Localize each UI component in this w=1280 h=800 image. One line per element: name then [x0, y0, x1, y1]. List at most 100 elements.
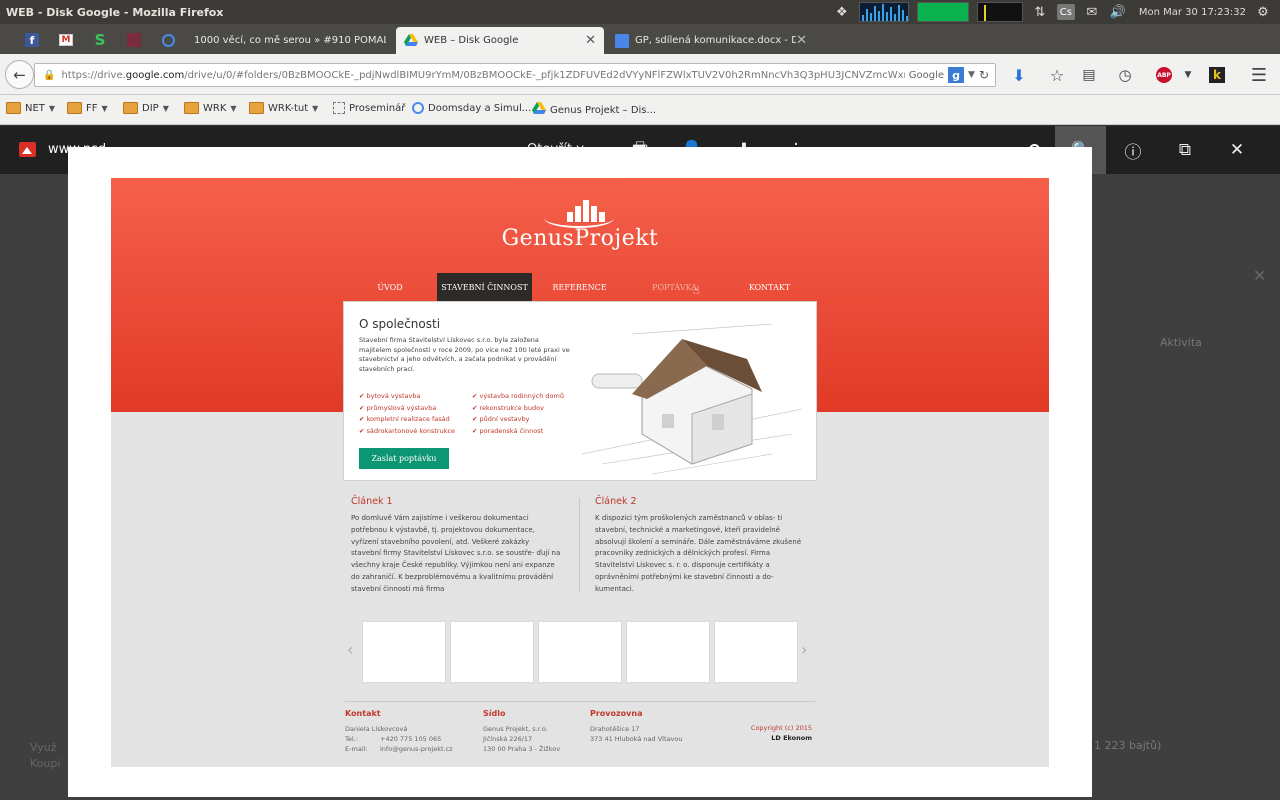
- copyright-text: Copyright (c) 2015: [750, 724, 812, 732]
- close-tab-icon[interactable]: ✕: [585, 33, 596, 48]
- footer-email-label: E-mail:: [345, 745, 368, 753]
- footer-seat-line: 130 00 Praha 3 - Žižkov: [483, 745, 561, 753]
- volume-icon[interactable]: 🔊: [1109, 4, 1127, 20]
- send-inquiry-button[interactable]: Zaslat poptávku: [359, 448, 449, 469]
- menu-hamburger-icon[interactable]: ☰: [1248, 64, 1270, 86]
- page-icon: [333, 102, 345, 114]
- tab-gp-docx[interactable]: GP, sdílená komunikace.docx - Do... ✕: [607, 27, 815, 54]
- history-icon[interactable]: ◷: [1114, 64, 1136, 86]
- bookmark-proseminar[interactable]: Proseminář: [333, 102, 405, 114]
- list-item: poradenská činnost: [472, 426, 564, 438]
- bookmark-doomsday[interactable]: Doomsday a Simul...: [412, 102, 531, 114]
- carousel-thumbnail[interactable]: [626, 621, 710, 683]
- mockup-nav-reference[interactable]: REFERENCE: [532, 273, 627, 301]
- pinned-tab-gmail[interactable]: M: [51, 28, 81, 52]
- bookmark-folder-net[interactable]: NET ▼: [6, 102, 55, 114]
- carousel-next-icon[interactable]: ›: [801, 640, 807, 659]
- reload-icon[interactable]: ↻: [979, 68, 989, 82]
- buy-storage-link[interactable]: Koupi: [30, 757, 60, 770]
- tab-web-disk-google[interactable]: WEB – Disk Google ✕: [396, 27, 604, 54]
- pinned-tab-circle[interactable]: [153, 28, 183, 52]
- memory-monitor-graph[interactable]: [916, 2, 969, 22]
- google-drive-icon: [404, 33, 418, 48]
- window-title: WEB - Disk Google - Mozilla Firefox: [6, 5, 224, 19]
- services-list-left: bytová výstavba průmyslová výstavba komp…: [359, 391, 456, 438]
- activity-tab[interactable]: Aktivita: [1160, 336, 1202, 349]
- pinned-tab-s[interactable]: S: [85, 28, 115, 52]
- download-icon[interactable]: ⬇: [1008, 64, 1030, 86]
- footer-seat: Sídlo Genus Projekt, s.r.o. Jičínská 226…: [483, 709, 560, 754]
- footer-seat-line: Genus Projekt, s.r.o.: [483, 725, 548, 733]
- browser-tab-bar: f M S 1000 věcí, co mě serou » #910 POMA…: [0, 24, 1280, 54]
- article-divider: [579, 498, 580, 593]
- carousel-thumbnail[interactable]: [538, 621, 622, 683]
- close-tab-icon[interactable]: ✕: [796, 33, 807, 48]
- cpu-monitor-graph[interactable]: [858, 2, 909, 22]
- bookmark-folder-wrk[interactable]: WRK ▼: [184, 102, 237, 114]
- copyright-author: LD Ekonom: [771, 734, 812, 742]
- network-monitor-graph[interactable]: [976, 2, 1023, 22]
- mouse-cursor-hand-icon: ☝: [693, 284, 700, 297]
- reading-list-icon[interactable]: ▤: [1078, 64, 1100, 86]
- carousel-prev-icon[interactable]: ‹: [347, 640, 353, 659]
- chevron-down-icon[interactable]: ▼: [968, 70, 975, 80]
- about-card-title: O společnosti: [359, 317, 441, 331]
- tab-label: WEB – Disk Google: [424, 35, 519, 46]
- url-bar[interactable]: 🔒 https://drive.google.com/drive/u/0/#fo…: [34, 63, 996, 87]
- back-arrow-icon: ←: [13, 65, 26, 84]
- list-item: průmyslová výstavba: [359, 403, 455, 415]
- back-button[interactable]: ←: [5, 60, 34, 89]
- close-panel-icon[interactable]: ✕: [1253, 266, 1266, 285]
- list-item: půdní vestavby: [472, 414, 564, 426]
- bookmark-folder-dip[interactable]: DIP ▼: [123, 102, 169, 114]
- power-gear-icon[interactable]: ⚙: [1254, 4, 1272, 20]
- bookmark-genus-projekt[interactable]: Genus Projekt – Dis...: [532, 102, 656, 118]
- folder-icon: [184, 102, 199, 114]
- list-item: výstavba rodinných domů: [472, 391, 564, 403]
- chevron-down-icon[interactable]: ▼: [1177, 64, 1199, 86]
- carousel-thumbnail[interactable]: [362, 621, 446, 683]
- mockup-nav-poptavka[interactable]: POPTÁVKA: [627, 273, 722, 301]
- folder-icon: [6, 102, 21, 114]
- close-viewer-icon[interactable]: ✕: [1225, 138, 1249, 162]
- footer-operation-line: 373 41 Hluboká nad Vltavou: [590, 735, 683, 743]
- list-item: sádrokartonové konstrukce: [359, 426, 456, 438]
- footer-tel: +420 775 105 065: [380, 735, 442, 743]
- footer-email[interactable]: info@genus-projekt.cz: [380, 745, 453, 753]
- bookmark-folder-ff[interactable]: FF ▼: [67, 102, 108, 114]
- pinned-tab-facebook[interactable]: f: [17, 28, 47, 52]
- mockup-nav: ÚVOD STAVEBNÍ ČINNOST REFERENCE POPTÁVKA…: [343, 273, 817, 301]
- footer-contact: Kontakt Daniela Lískovcová Tel.: +420 775…: [345, 709, 453, 754]
- open-in-new-window-icon[interactable]: ⧉: [1173, 138, 1197, 162]
- footer-contact-title: Kontakt: [345, 709, 381, 718]
- system-tray: ❖ ⇅ Cs ✉ 🔊 Mon Mar 30 17:23:32 ⚙: [833, 0, 1280, 24]
- mockup-nav-kontakt[interactable]: KONTAKT: [722, 273, 817, 301]
- article-1: Článek 1 Po domluvě Vám zajistíme i vešk…: [351, 496, 561, 596]
- clock[interactable]: Mon Mar 30 17:23:32: [1139, 7, 1246, 18]
- info-icon[interactable]: ⓘ: [1121, 138, 1145, 163]
- file-size-note: 1 223 bajtů): [1094, 739, 1162, 752]
- website-mockup: GenusProjekt ÚVOD STAVEBNÍ ČINNOST REFER…: [111, 178, 1049, 767]
- about-card: O společnosti Stavební firma Stavitelstv…: [343, 301, 817, 481]
- folder-icon: [67, 102, 82, 114]
- network-transfer-icon[interactable]: ⇅: [1031, 4, 1049, 20]
- logo-arc: [544, 208, 614, 228]
- bookmark-star-icon[interactable]: ☆: [1046, 64, 1068, 86]
- adblock-icon[interactable]: ABP: [1153, 64, 1175, 86]
- google-search-icon[interactable]: g: [948, 67, 965, 83]
- pinned-tab-avatar[interactable]: [119, 28, 149, 52]
- carousel-thumbnail[interactable]: [450, 621, 534, 683]
- bookmark-folder-wrk-tut[interactable]: WRK-tut ▼: [249, 102, 318, 114]
- keyboard-layout-indicator[interactable]: Cs: [1056, 4, 1075, 20]
- services-list-right: výstavba rodinných domů rekonstrukce bud…: [472, 391, 564, 438]
- k-extension-icon[interactable]: k: [1206, 64, 1228, 86]
- dropbox-icon[interactable]: ❖: [833, 4, 851, 20]
- tab-1000-veci[interactable]: 1000 věcí, co mě serou » #910 POMALÁ ...: [186, 27, 394, 54]
- gmail-icon: M: [59, 34, 73, 46]
- mockup-nav-stavebni-cinnost[interactable]: STAVEBNÍ ČINNOST: [437, 273, 532, 301]
- mockup-nav-uvod[interactable]: ÚVOD: [343, 273, 437, 301]
- carousel-thumbnail[interactable]: [714, 621, 798, 683]
- search-engine-label: Google: [908, 69, 945, 81]
- article-2-text: K dispozici tým proškolených zaměstnanců…: [595, 514, 802, 593]
- mail-icon[interactable]: ✉: [1083, 4, 1101, 20]
